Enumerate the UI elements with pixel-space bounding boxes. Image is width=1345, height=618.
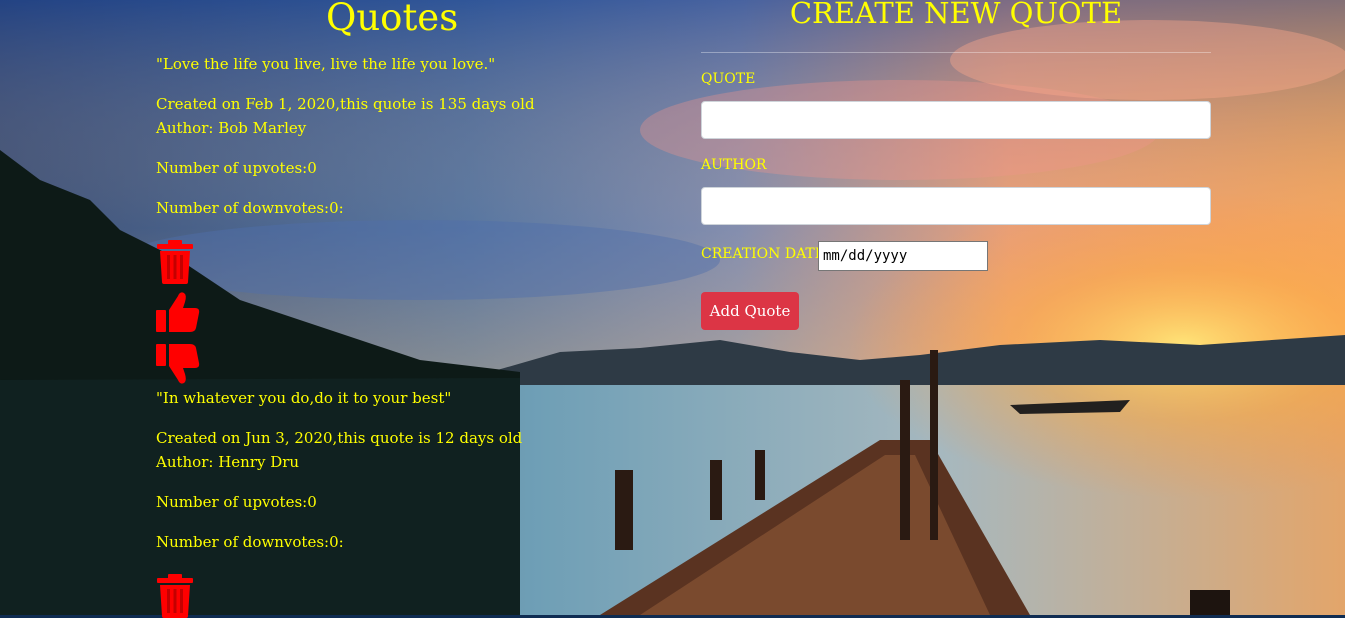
- upvote-count: Number of upvotes:0: [156, 493, 317, 511]
- creation-date-input[interactable]: mm/dd/yyyy: [818, 241, 988, 271]
- form-divider: [701, 52, 1211, 53]
- downvote-count: Number of downvotes:0:: [156, 199, 344, 217]
- form-title: CREATE NEW QUOTE: [789, 0, 1123, 30]
- upvote-count: Number of upvotes:0: [156, 159, 317, 177]
- quote-input[interactable]: [701, 101, 1211, 139]
- page-title: Quotes: [326, 0, 459, 39]
- trash-icon[interactable]: [156, 574, 194, 618]
- quote-text: "Love the life you live, live the life y…: [156, 55, 496, 73]
- background-lake-sunset-image: [0, 0, 1345, 615]
- creation-date-label: CREATION DATE: [701, 246, 825, 262]
- add-quote-button[interactable]: Add Quote: [701, 292, 799, 330]
- author-label: AUTHOR: [701, 157, 767, 173]
- thumbs-up-icon[interactable]: [156, 290, 200, 334]
- quote-label: QUOTE: [701, 71, 756, 87]
- quote-author: Author: Henry Dru: [156, 453, 300, 471]
- author-input[interactable]: [701, 187, 1211, 225]
- quote-created-date: Created on Jun 3, 2020,this quote is 12 …: [156, 429, 523, 447]
- quote-created-date: Created on Feb 1, 2020,this quote is 135…: [156, 95, 535, 113]
- downvote-count: Number of downvotes:0:: [156, 533, 344, 551]
- trash-icon[interactable]: [156, 240, 194, 284]
- quote-text: "In whatever you do,do it to your best": [156, 389, 452, 407]
- thumbs-down-icon[interactable]: [156, 342, 200, 386]
- quote-author: Author: Bob Marley: [156, 119, 307, 137]
